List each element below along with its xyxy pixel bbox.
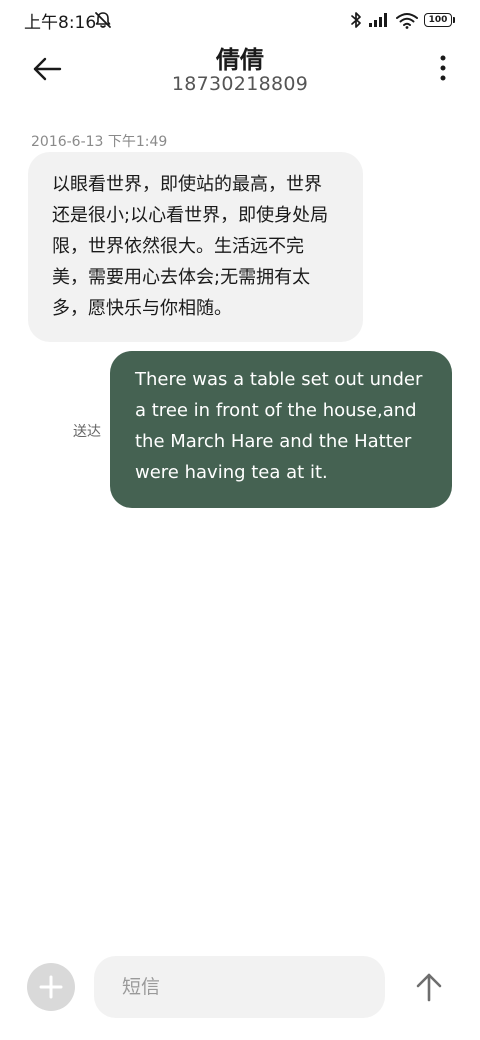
delivery-status: 送达 — [73, 424, 101, 440]
more-vertical-icon[interactable] — [438, 54, 448, 82]
outgoing-message-bubble[interactable]: There was a table set out under a tree i… — [110, 351, 452, 508]
contact-name: 倩倩 — [216, 46, 264, 74]
status-time: 上午8:16 — [24, 13, 97, 33]
status-bar: 上午8:16 100 — [0, 0, 480, 40]
sms-input[interactable] — [94, 956, 385, 1018]
plus-icon — [39, 975, 63, 999]
wifi-icon — [396, 12, 418, 29]
bluetooth-icon — [351, 12, 361, 28]
signal-icon — [369, 13, 387, 27]
send-button[interactable] — [408, 966, 450, 1008]
incoming-message-bubble[interactable]: 以眼看世界，即使站的最高，世界还是很小;以心看世界，即使身处局限，世界依然很大。… — [28, 152, 363, 342]
send-arrow-icon — [416, 973, 442, 1002]
contact-phone-number: 18730218809 — [171, 73, 309, 95]
battery-icon: 100 — [424, 13, 455, 27]
do-not-disturb-icon — [95, 12, 111, 28]
status-icons: 100 — [350, 10, 455, 30]
message-timestamp: 2016-6-13 下午1:49 — [31, 134, 168, 150]
add-attachment-button[interactable] — [27, 963, 75, 1011]
